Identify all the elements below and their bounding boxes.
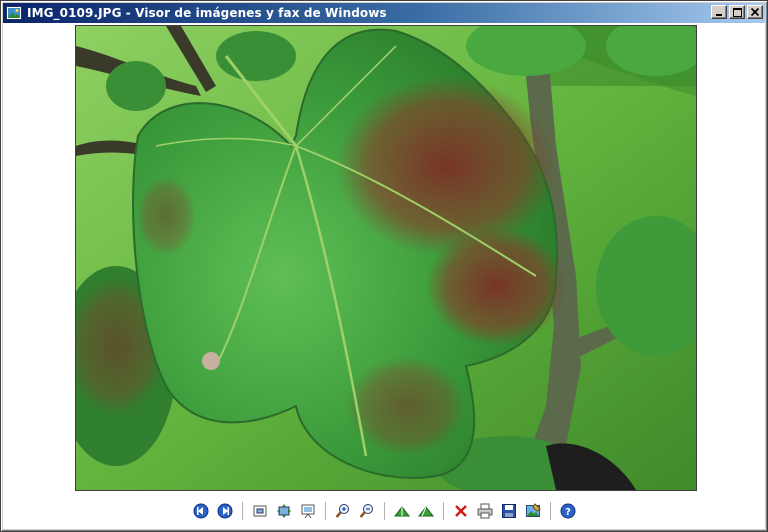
title-buttons (709, 5, 763, 19)
edit-button[interactable] (523, 501, 543, 521)
maximize-button[interactable] (729, 5, 745, 19)
slideshow-button[interactable] (298, 501, 318, 521)
help-icon: ? (560, 503, 575, 519)
save-button[interactable] (499, 501, 519, 521)
image-viewer-icon (6, 5, 22, 21)
delete-button[interactable] (451, 501, 471, 521)
toolbar-separator (549, 502, 551, 520)
previous-image-button[interactable] (191, 501, 211, 521)
rotate-counterclockwise-icon (417, 506, 434, 517)
image-viewer-window: IMG_0109.JPG - Visor de imágenes y fax d… (0, 0, 768, 532)
best-fit-icon (253, 505, 266, 517)
rotate-clockwise-icon (393, 506, 410, 517)
save-icon (501, 504, 516, 518)
rotate-counterclockwise-button[interactable] (416, 501, 436, 521)
svg-text:?: ? (565, 507, 571, 518)
window-title: IMG_0109.JPG - Visor de imágenes y fax d… (27, 6, 387, 20)
help-button[interactable]: ? (558, 501, 578, 521)
previous-image-icon (193, 503, 208, 519)
zoom-out-button[interactable] (357, 501, 377, 521)
maximize-icon (732, 7, 742, 17)
viewer-toolbar: ? (3, 497, 765, 525)
title-bar[interactable]: IMG_0109.JPG - Visor de imágenes y fax d… (3, 3, 765, 23)
toolbar-separator (383, 502, 385, 520)
actual-size-icon (276, 504, 291, 518)
actual-size-button[interactable] (274, 501, 294, 521)
best-fit-button[interactable] (250, 501, 270, 521)
close-icon (751, 8, 759, 16)
minimize-button[interactable] (711, 5, 727, 19)
print-icon (477, 503, 492, 519)
edit-icon (525, 503, 541, 517)
rotate-clockwise-button[interactable] (392, 501, 412, 521)
next-image-icon (217, 503, 232, 519)
minimize-icon (716, 14, 722, 16)
viewer-area: ? (3, 23, 765, 529)
toolbar-separator (324, 502, 326, 520)
zoom-in-button[interactable] (333, 501, 353, 521)
close-button[interactable] (747, 5, 763, 19)
print-button[interactable] (475, 501, 495, 521)
next-image-button[interactable] (215, 501, 235, 521)
zoom-out-icon (359, 504, 373, 518)
zoom-in-icon (335, 504, 349, 518)
toolbar-separator (442, 502, 444, 520)
slideshow-icon (301, 504, 314, 519)
delete-icon (454, 505, 467, 517)
leaf-photo (75, 25, 697, 491)
toolbar-separator (241, 502, 243, 520)
